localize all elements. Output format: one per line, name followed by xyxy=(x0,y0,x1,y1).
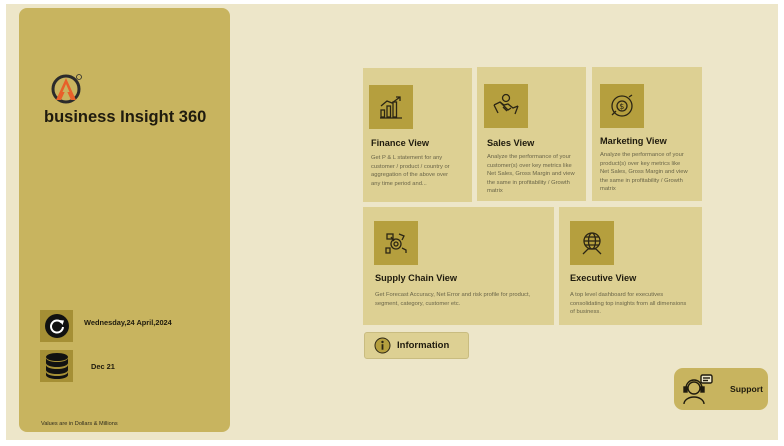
supply-chain-view-card[interactable]: Supply Chain View Get Forecast Accuracy,… xyxy=(363,207,554,325)
values-footnote: Values are in Dollars & Millions xyxy=(41,421,118,427)
support-label: Support xyxy=(730,384,763,394)
information-label: Information xyxy=(397,340,450,351)
database-icon xyxy=(40,350,73,382)
app-brand-title: business Insight 360 xyxy=(44,108,207,126)
support-button[interactable]: Support xyxy=(674,368,768,410)
marketing-icon: $ xyxy=(600,84,644,128)
card-title: Finance View xyxy=(371,138,430,148)
information-button[interactable]: Information xyxy=(364,332,469,359)
support-agent-icon xyxy=(680,373,714,405)
card-title: Marketing View xyxy=(600,136,667,146)
executive-view-card[interactable]: Executive View A top level dashboard for… xyxy=(559,207,702,325)
sales-view-card[interactable]: Sales View Analyze the performance of yo… xyxy=(477,67,586,201)
current-date: Wednesday,24 April,2024 xyxy=(84,318,172,327)
finance-view-card[interactable]: Finance View Get P & L statement for any… xyxy=(363,68,472,202)
card-description: Get Forecast Accuracy, Net Error and ris… xyxy=(375,292,531,307)
card-title: Executive View xyxy=(570,273,637,283)
info-icon xyxy=(374,337,391,354)
card-description: Analyze the performance of your product(… xyxy=(600,152,688,193)
svg-text:$: $ xyxy=(619,102,624,111)
atliq-logo-icon xyxy=(50,70,84,104)
finance-chart-icon xyxy=(369,85,413,129)
marketing-view-card[interactable]: $ Marketing View Analyze the performance… xyxy=(592,67,702,201)
handshake-icon xyxy=(484,84,528,128)
card-description: A top level dashboard for executives con… xyxy=(570,292,687,316)
supply-chain-icon xyxy=(374,221,418,265)
last-refresh-label: Dec 21 xyxy=(91,362,115,371)
card-description: Analyze the performance of your customer… xyxy=(487,154,575,195)
refresh-icon xyxy=(40,310,73,342)
executive-globe-icon xyxy=(570,221,614,265)
card-title: Sales View xyxy=(487,138,535,148)
card-title: Supply Chain View xyxy=(375,273,458,283)
card-description: Get P & L statement for any customer / p… xyxy=(371,155,450,187)
